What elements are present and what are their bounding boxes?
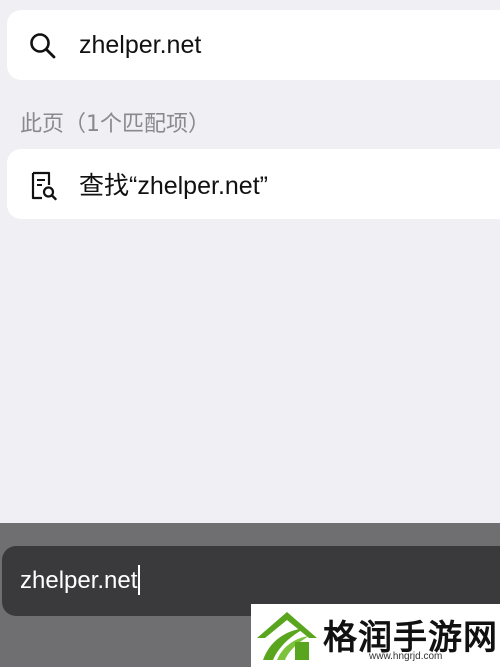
safari-search-page: zhelper.net 此页（1个匹配项） 查找“zhelper.net” zh…	[0, 0, 500, 667]
find-document-icon	[29, 171, 57, 201]
watermark-url: www.hngrjd.com	[369, 651, 443, 662]
logo-icon	[257, 612, 317, 660]
address-input-value: zhelper.net	[20, 546, 141, 616]
watermark: 格润手游网 www.hngrjd.com	[251, 604, 500, 667]
search-icon	[29, 32, 57, 60]
search-suggestion-row[interactable]: zhelper.net	[7, 10, 500, 80]
section-header-on-this-page: 此页（1个匹配项）	[20, 112, 210, 137]
find-on-page-label: 查找“zhelper.net”	[79, 172, 268, 200]
search-suggestion-label: zhelper.net	[79, 31, 202, 59]
text-caret	[138, 565, 141, 596]
find-on-page-row[interactable]: 查找“zhelper.net”	[7, 149, 500, 219]
